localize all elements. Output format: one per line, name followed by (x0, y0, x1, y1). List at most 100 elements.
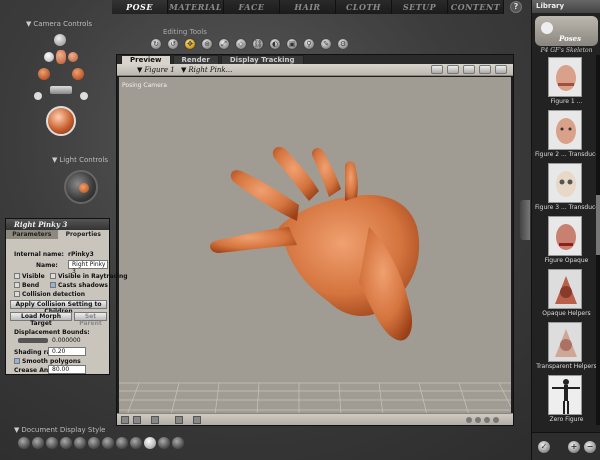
library-scrollbar[interactable] (596, 55, 600, 425)
apply-collision-button[interactable]: Apply Collision Setting to Children (10, 300, 107, 315)
face-camera-icon[interactable] (44, 52, 54, 62)
list-item[interactable]: Opaque Helpers (535, 267, 598, 320)
dot-icon[interactable] (493, 417, 499, 423)
list-item[interactable]: Figure 1 ... (535, 55, 598, 108)
translate-in-out-tool-icon[interactable]: ⊕ (201, 38, 213, 50)
taper-tool-icon[interactable]: ◇ (235, 38, 247, 50)
actor-select[interactable]: ▼ Right Pink... (181, 64, 232, 76)
magnifier-tool-icon[interactable]: ⚲ (303, 38, 315, 50)
bend-checkbox[interactable]: Bend (14, 282, 39, 289)
move-xz-icon[interactable] (38, 68, 50, 80)
twist-tool-icon[interactable]: ↺ (167, 38, 179, 50)
tab-display-tracking[interactable]: Display Tracking (220, 55, 304, 64)
right-hand-camera-icon[interactable] (68, 52, 78, 62)
translate-tool-icon[interactable]: ✥ (184, 38, 196, 50)
direct-manipulation-tool-icon[interactable]: ⚙ (337, 38, 349, 50)
tab-setup[interactable]: SETUP (392, 0, 448, 14)
cartoon-line-style-icon[interactable] (130, 437, 142, 449)
visible-checkbox[interactable]: Visible (14, 273, 45, 280)
shadow-toggle-icon[interactable] (133, 416, 141, 424)
scale-tool-icon[interactable]: ⤢ (218, 38, 230, 50)
casts-shadows-checkbox[interactable]: Casts shadows (50, 282, 108, 289)
options-icon[interactable] (495, 65, 507, 74)
smooth-shaded-style-icon[interactable] (144, 437, 156, 449)
tab-parameters[interactable]: Parameters (6, 230, 58, 239)
light-trackball-icon[interactable] (64, 170, 98, 204)
tab-render[interactable]: Render (172, 55, 219, 64)
displacement-bounds-value[interactable]: 0.000000 (52, 337, 81, 344)
camera-select-icon[interactable] (54, 34, 66, 46)
morph-tool-icon[interactable]: ✎ (320, 38, 332, 50)
smooth-lined-style-icon[interactable] (172, 437, 184, 449)
list-item[interactable]: Figure 3 ... Transducer... (535, 161, 598, 214)
texture-shaded-style-icon[interactable] (158, 437, 170, 449)
color-swatch-icon[interactable] (193, 416, 201, 424)
focal-length-icon[interactable] (80, 92, 88, 100)
preview-canvas[interactable]: Posing Camera (119, 77, 511, 415)
smooth-polygons-checkbox[interactable]: Smooth polygons (14, 358, 81, 365)
flat-lined-style-icon[interactable] (102, 437, 114, 449)
list-item[interactable]: Transparent Helpers (535, 320, 598, 373)
scale-icon[interactable] (34, 92, 42, 100)
shading-rate-input[interactable]: 0.20 (48, 347, 86, 356)
camera-controls-label[interactable]: ▼ Camera Controls (26, 20, 92, 28)
wireframe-style-icon[interactable] (46, 437, 58, 449)
set-parent-button[interactable]: Set Parent (74, 312, 107, 327)
tab-material[interactable]: MATERIAL (168, 0, 224, 14)
load-morph-target-button[interactable]: Load Morph Target (10, 312, 72, 327)
panel-title[interactable]: Right Pinky 3 (6, 219, 109, 230)
list-item[interactable]: Figure Opaque (535, 214, 598, 267)
move-icon[interactable] (479, 65, 491, 74)
document-display-label[interactable]: ▼ Document Display Style (14, 426, 106, 434)
scrollbar-thumb[interactable] (596, 195, 600, 255)
dot-icon[interactable] (475, 417, 481, 423)
move-yz-icon[interactable] (72, 68, 84, 80)
light-controls-label[interactable]: ▼ Light Controls (52, 156, 108, 164)
tab-hair[interactable]: HAIR (280, 0, 336, 14)
depth-cue-icon[interactable] (151, 416, 159, 424)
sphere-icon[interactable] (463, 65, 475, 74)
render-icon[interactable] (447, 65, 459, 74)
add-plus-icon[interactable]: + (568, 441, 580, 453)
crease-angle-input[interactable]: 80.00 (48, 365, 86, 374)
figure-select[interactable]: ▼ Figure 1 (137, 64, 175, 76)
tab-preview[interactable]: Preview (121, 55, 171, 64)
list-item[interactable]: Zero Figure (535, 373, 598, 425)
chain-break-tool-icon[interactable]: ⛓ (252, 38, 264, 50)
camera-icon[interactable] (431, 65, 443, 74)
tab-pose[interactable]: POSE (112, 0, 168, 14)
hand-model[interactable] (210, 146, 420, 341)
trackball-icon[interactable] (46, 106, 76, 136)
tab-properties[interactable]: Properties (57, 230, 109, 239)
hidden-line-style-icon[interactable] (60, 437, 72, 449)
library-subcategory[interactable]: P4 GF's Skeleton (535, 47, 598, 54)
list-item[interactable]: Figure 2 ... Transducer... (535, 108, 598, 161)
ground-toggle-icon[interactable] (121, 416, 129, 424)
tab-cloth[interactable]: CLOTH (336, 0, 392, 14)
lit-wireframe-style-icon[interactable] (74, 437, 86, 449)
tracking-icon[interactable] (175, 416, 183, 424)
left-hand-camera-icon[interactable] (56, 50, 66, 64)
library-toggle-handle[interactable] (520, 200, 530, 240)
dot-icon[interactable] (466, 417, 472, 423)
tab-face[interactable]: FACE (224, 0, 280, 14)
displacement-slider[interactable] (18, 338, 48, 343)
grouping-tool-icon[interactable]: ▣ (286, 38, 298, 50)
remove-minus-icon[interactable]: − (584, 441, 596, 453)
collision-detection-checkbox[interactable]: Collision detection (14, 291, 85, 298)
dot-icon[interactable] (484, 417, 490, 423)
color-tool-icon[interactable]: ◐ (269, 38, 281, 50)
visible-raytracing-checkbox[interactable]: Visible in Raytracing (50, 273, 128, 280)
light-indicator[interactable] (79, 183, 89, 193)
rotate-tool-icon[interactable]: ↻ (150, 38, 162, 50)
cross-control-icon[interactable] (50, 86, 72, 94)
apply-check-icon[interactable]: ✓ (538, 441, 550, 453)
help-icon[interactable]: ? (510, 1, 522, 13)
name-input[interactable]: Right Pinky 3 (68, 260, 108, 275)
flat-shaded-style-icon[interactable] (88, 437, 100, 449)
outline-style-icon[interactable] (32, 437, 44, 449)
tab-content[interactable]: CONTENT (448, 0, 504, 14)
library-category-button[interactable]: Poses (535, 16, 598, 46)
cartoon-style-icon[interactable] (116, 437, 128, 449)
silhouette-style-icon[interactable] (18, 437, 30, 449)
